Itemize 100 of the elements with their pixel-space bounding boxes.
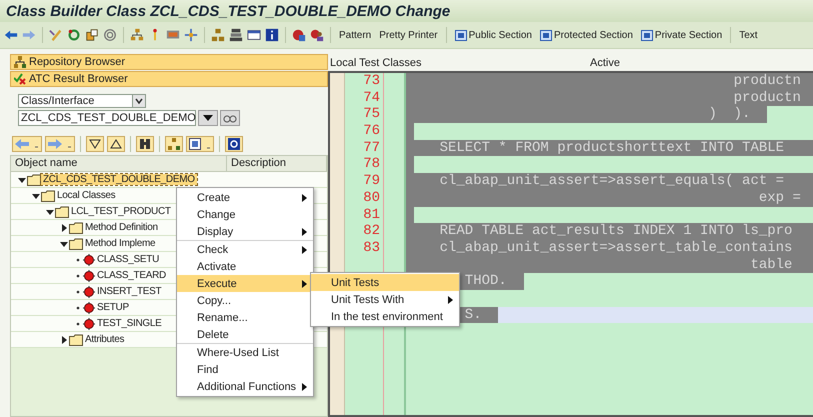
line-number: 76	[363, 123, 380, 140]
collapse-all-button[interactable]	[107, 136, 125, 152]
method-icon	[83, 286, 95, 298]
menu-item[interactable]: Delete	[177, 326, 313, 343]
chevron-down-icon	[89, 138, 101, 150]
method-icon	[83, 302, 95, 314]
column-header[interactable]: Object name	[11, 156, 227, 171]
line-number: 79	[363, 173, 380, 190]
menu-item[interactable]: Activate	[177, 258, 313, 275]
refresh-icon	[228, 138, 240, 150]
line-number: 74	[363, 90, 380, 106]
copy-icon[interactable]	[85, 28, 99, 42]
status-label: Active	[590, 57, 620, 69]
menu-item[interactable]: In the test environment	[311, 308, 459, 325]
code-line: exp =	[758, 190, 801, 206]
code-editor[interactable]	[328, 71, 813, 417]
submenu-arrow-icon	[302, 280, 307, 288]
window-icon[interactable]	[247, 28, 261, 42]
toolbar-button[interactable]: Text	[737, 28, 760, 42]
toolbar-button[interactable]: Public Section	[452, 27, 534, 43]
menu-item[interactable]: Unit Tests	[311, 274, 459, 291]
check-cross-icon	[14, 73, 26, 85]
menu-item[interactable]: Copy...	[177, 292, 313, 309]
chevron-up-icon	[110, 138, 122, 150]
line-number: 80	[363, 190, 380, 206]
person-icon[interactable]	[310, 28, 324, 42]
toolbar-button[interactable]: Private Section	[638, 27, 724, 43]
section-icon	[540, 29, 552, 41]
hierarchy-button[interactable]	[165, 136, 183, 152]
back-arrow-icon[interactable]	[4, 28, 18, 42]
menu-item[interactable]: Unit Tests With	[311, 291, 459, 308]
code-line: productn	[734, 90, 801, 106]
tree-item[interactable]: Attributes	[83, 334, 126, 345]
line-number: 75	[363, 106, 380, 122]
tree-item[interactable]: TEST_SINGLE	[95, 318, 164, 329]
tree-item[interactable]: Method Impleme	[83, 238, 158, 249]
code-line: cl_abap_unit_assert=>assert_equals( act =	[440, 173, 784, 190]
code-line: table	[750, 256, 792, 273]
chevron-down-icon	[132, 95, 145, 107]
expand-all-button[interactable]	[86, 136, 104, 152]
menu-item[interactable]: Additional Functions	[177, 378, 313, 395]
refresh-button[interactable]	[225, 136, 243, 152]
menu-item[interactable]: Find	[177, 361, 313, 378]
menu-item[interactable]: Change	[177, 206, 313, 223]
method-icon	[83, 254, 95, 266]
toolbar-button[interactable]: Pattern	[337, 28, 374, 42]
spiral-icon[interactable]	[103, 28, 117, 42]
line-number: 77	[363, 140, 380, 156]
submenu-arrow-icon	[302, 228, 307, 236]
menu-item[interactable]: Where-Used List	[177, 344, 313, 361]
menu-item[interactable]: Check	[177, 241, 313, 258]
navigator-button[interactable]: ATC Result Browser	[10, 71, 328, 87]
code-line: SELECT * FROM productshorttext INTO TABLE	[440, 140, 784, 156]
cycle-icon[interactable]	[67, 28, 81, 42]
toolbar-button[interactable]: Protected Section	[538, 27, 635, 43]
menu-item[interactable]: Display	[177, 223, 313, 240]
tree-item[interactable]: INSERT_TEST	[95, 286, 164, 297]
hierarchy-icon[interactable]	[130, 28, 144, 42]
display-button[interactable]	[186, 136, 214, 152]
menu-item[interactable]: Rename...	[177, 309, 313, 326]
stack-icon[interactable]	[229, 28, 243, 42]
globe-icon[interactable]	[292, 28, 306, 42]
submenu-arrow-icon	[448, 296, 453, 304]
method-icon	[83, 318, 95, 330]
tree-item[interactable]: CLASS_TEARD	[95, 270, 168, 281]
line-number: 82	[363, 223, 380, 240]
method-icon	[83, 270, 95, 282]
tree-item[interactable]: SETUP	[95, 302, 131, 313]
glasses-button[interactable]	[220, 110, 240, 126]
column-header[interactable]: Description	[227, 156, 327, 171]
toolbar-button[interactable]: Pretty Printer	[377, 28, 440, 42]
menu-item[interactable]: Execute	[177, 275, 313, 292]
code-line: THOD.	[464, 273, 507, 290]
glasses-icon	[223, 113, 237, 123]
expand-toggle-icon[interactable]	[59, 222, 69, 232]
find-button[interactable]	[136, 136, 154, 152]
code-line: S.	[464, 306, 482, 323]
back-arrow-icon	[15, 139, 39, 149]
editor-title: Local Test Classes	[330, 57, 423, 69]
info-icon[interactable]	[265, 28, 279, 42]
object-type-dropdown[interactable]: Class/Interface	[18, 94, 146, 108]
tree-item[interactable]: Local Classes	[55, 190, 118, 201]
tree-item[interactable]: ZCL_CDS_TEST_DOUBLE_DEMO	[41, 174, 197, 185]
tree-item[interactable]: CLASS_SETU	[95, 254, 162, 265]
window-icon	[189, 138, 211, 150]
code-line: cl_abap_unit_assert=>assert_table_contains	[440, 240, 792, 256]
section-icon	[454, 29, 467, 41]
code-line: READ TABLE act_results INDEX 1 INTO ls_pro	[440, 223, 792, 240]
section-icon	[640, 29, 653, 41]
navigator-button[interactable]: Repository Browser	[10, 54, 328, 70]
object-name-field[interactable]: ZCL_CDS_TEST_DOUBLE_DEMO	[18, 110, 196, 126]
submenu-arrow-icon	[302, 194, 307, 202]
menu-item[interactable]: Create	[177, 189, 313, 206]
expand-toggle-icon[interactable]	[59, 334, 69, 344]
dropdown-button[interactable]	[198, 110, 218, 126]
tree-item[interactable]: Method Definition	[83, 222, 160, 233]
binoculars-icon	[139, 138, 151, 150]
network-icon[interactable]	[184, 28, 198, 42]
pencil-icon[interactable]	[49, 28, 63, 42]
hierarchy-icon	[168, 138, 180, 150]
